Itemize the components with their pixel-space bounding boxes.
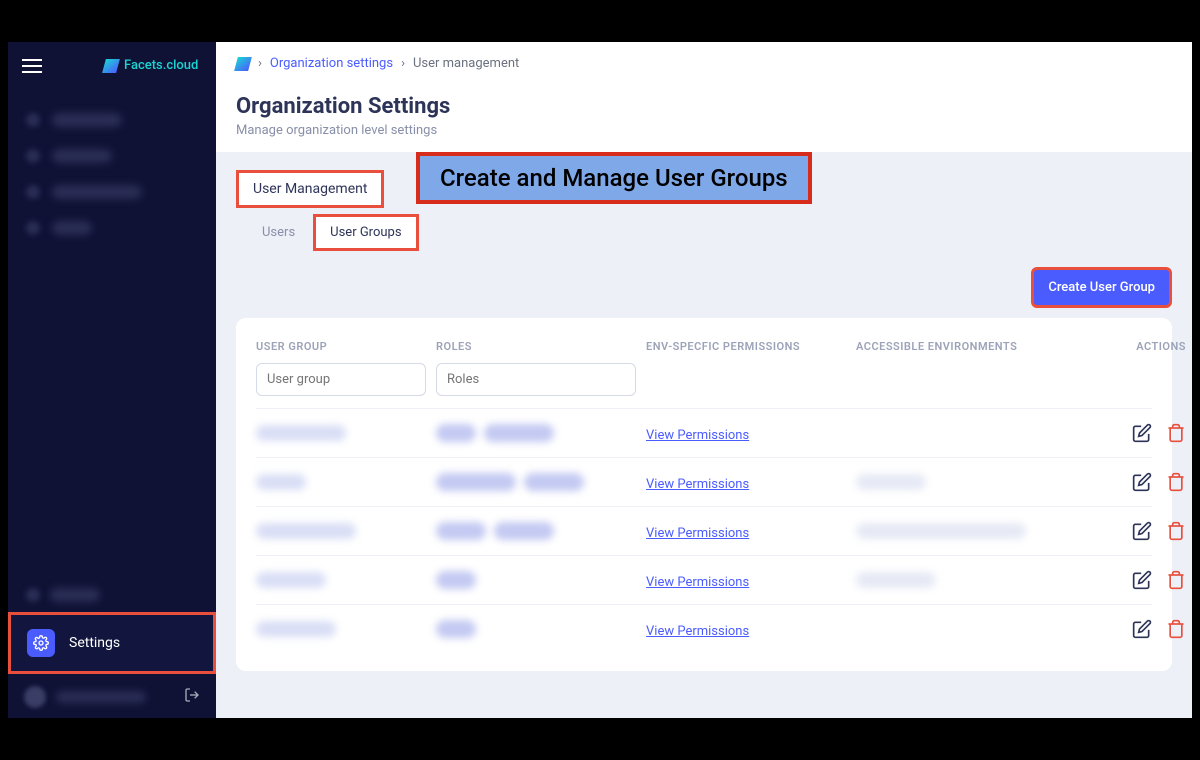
content: Create and Manage User Groups User Manag… [216,152,1192,718]
col-environments: ACCESSIBLE ENVIRONMENTS [856,340,1076,353]
tab-user-management[interactable]: User Management [236,170,384,208]
col-permissions: ENV-SPECFIC PERMISSIONS [646,340,846,353]
view-permissions-link[interactable]: View Permissions [646,428,749,443]
subtab-users[interactable]: Users [248,217,309,248]
sidebar: Facets.cloud Settings [8,42,216,718]
sidebar-item[interactable] [8,105,216,135]
edit-icon[interactable] [1132,570,1152,590]
col-user-group: USER GROUP [256,340,426,353]
breadcrumb-sep: › [258,56,262,71]
app-frame: Facets.cloud Settings [8,42,1192,718]
table-header: USER GROUP ROLES ENV-SPECFIC PERMISSIONS… [256,336,1152,363]
col-roles: ROLES [436,340,636,353]
table-row: View Permissions [256,604,1152,653]
edit-icon[interactable] [1132,423,1152,443]
edit-icon[interactable] [1132,521,1152,541]
view-permissions-link[interactable]: View Permissions [646,624,749,639]
sidebar-item[interactable] [8,580,216,610]
view-permissions-link[interactable]: View Permissions [646,575,749,590]
create-user-group-button[interactable]: Create User Group [1031,267,1172,308]
sidebar-item-settings[interactable]: Settings [8,612,216,674]
brand[interactable]: Facets.cloud [104,58,198,73]
delete-icon[interactable] [1166,423,1186,443]
user-groups-table: USER GROUP ROLES ENV-SPECFIC PERMISSIONS… [236,318,1172,671]
sidebar-item[interactable] [8,177,216,207]
edit-icon[interactable] [1132,472,1152,492]
avatar [24,686,46,708]
annotation-callout: Create and Manage User Groups [416,152,812,204]
filter-user-group-input[interactable] [256,363,426,396]
sidebar-items [8,89,216,259]
delete-icon[interactable] [1166,521,1186,541]
brand-logo-icon [102,59,120,73]
logout-icon[interactable] [184,687,200,707]
table-row: View Permissions [256,408,1152,457]
sidebar-item[interactable] [8,213,216,243]
view-permissions-link[interactable]: View Permissions [646,526,749,541]
sidebar-user-row [8,676,216,718]
subtab-user-groups[interactable]: User Groups [313,214,418,251]
col-actions: ACTIONS [1086,340,1186,353]
table-filters [256,363,1152,396]
page-subtitle: Manage organization level settings [236,123,1172,138]
gear-icon [27,629,55,657]
table-row: View Permissions [256,555,1152,604]
page-header: Organization Settings Manage organizatio… [216,86,1192,152]
delete-icon[interactable] [1166,619,1186,639]
sidebar-item[interactable] [8,141,216,171]
filter-roles-input[interactable] [436,363,636,396]
table-row: View Permissions [256,457,1152,506]
breadcrumb: › Organization settings › User managemen… [216,42,1192,86]
sidebar-top: Facets.cloud [8,42,216,89]
page-title: Organization Settings [236,94,1172,119]
menu-icon[interactable] [22,59,42,73]
breadcrumb-leaf: User management [413,56,519,71]
table-row: View Permissions [256,506,1152,555]
breadcrumb-root[interactable]: Organization settings [270,56,393,71]
subtabs: Users User Groups [248,214,1172,251]
sidebar-bottom: Settings [8,580,216,718]
settings-label: Settings [69,635,120,651]
edit-icon[interactable] [1132,619,1152,639]
brand-logo-icon [234,57,252,71]
breadcrumb-sep: › [401,56,405,71]
delete-icon[interactable] [1166,570,1186,590]
delete-icon[interactable] [1166,472,1186,492]
view-permissions-link[interactable]: View Permissions [646,477,749,492]
main: › Organization settings › User managemen… [216,42,1192,718]
brand-text: Facets.cloud [124,58,198,73]
